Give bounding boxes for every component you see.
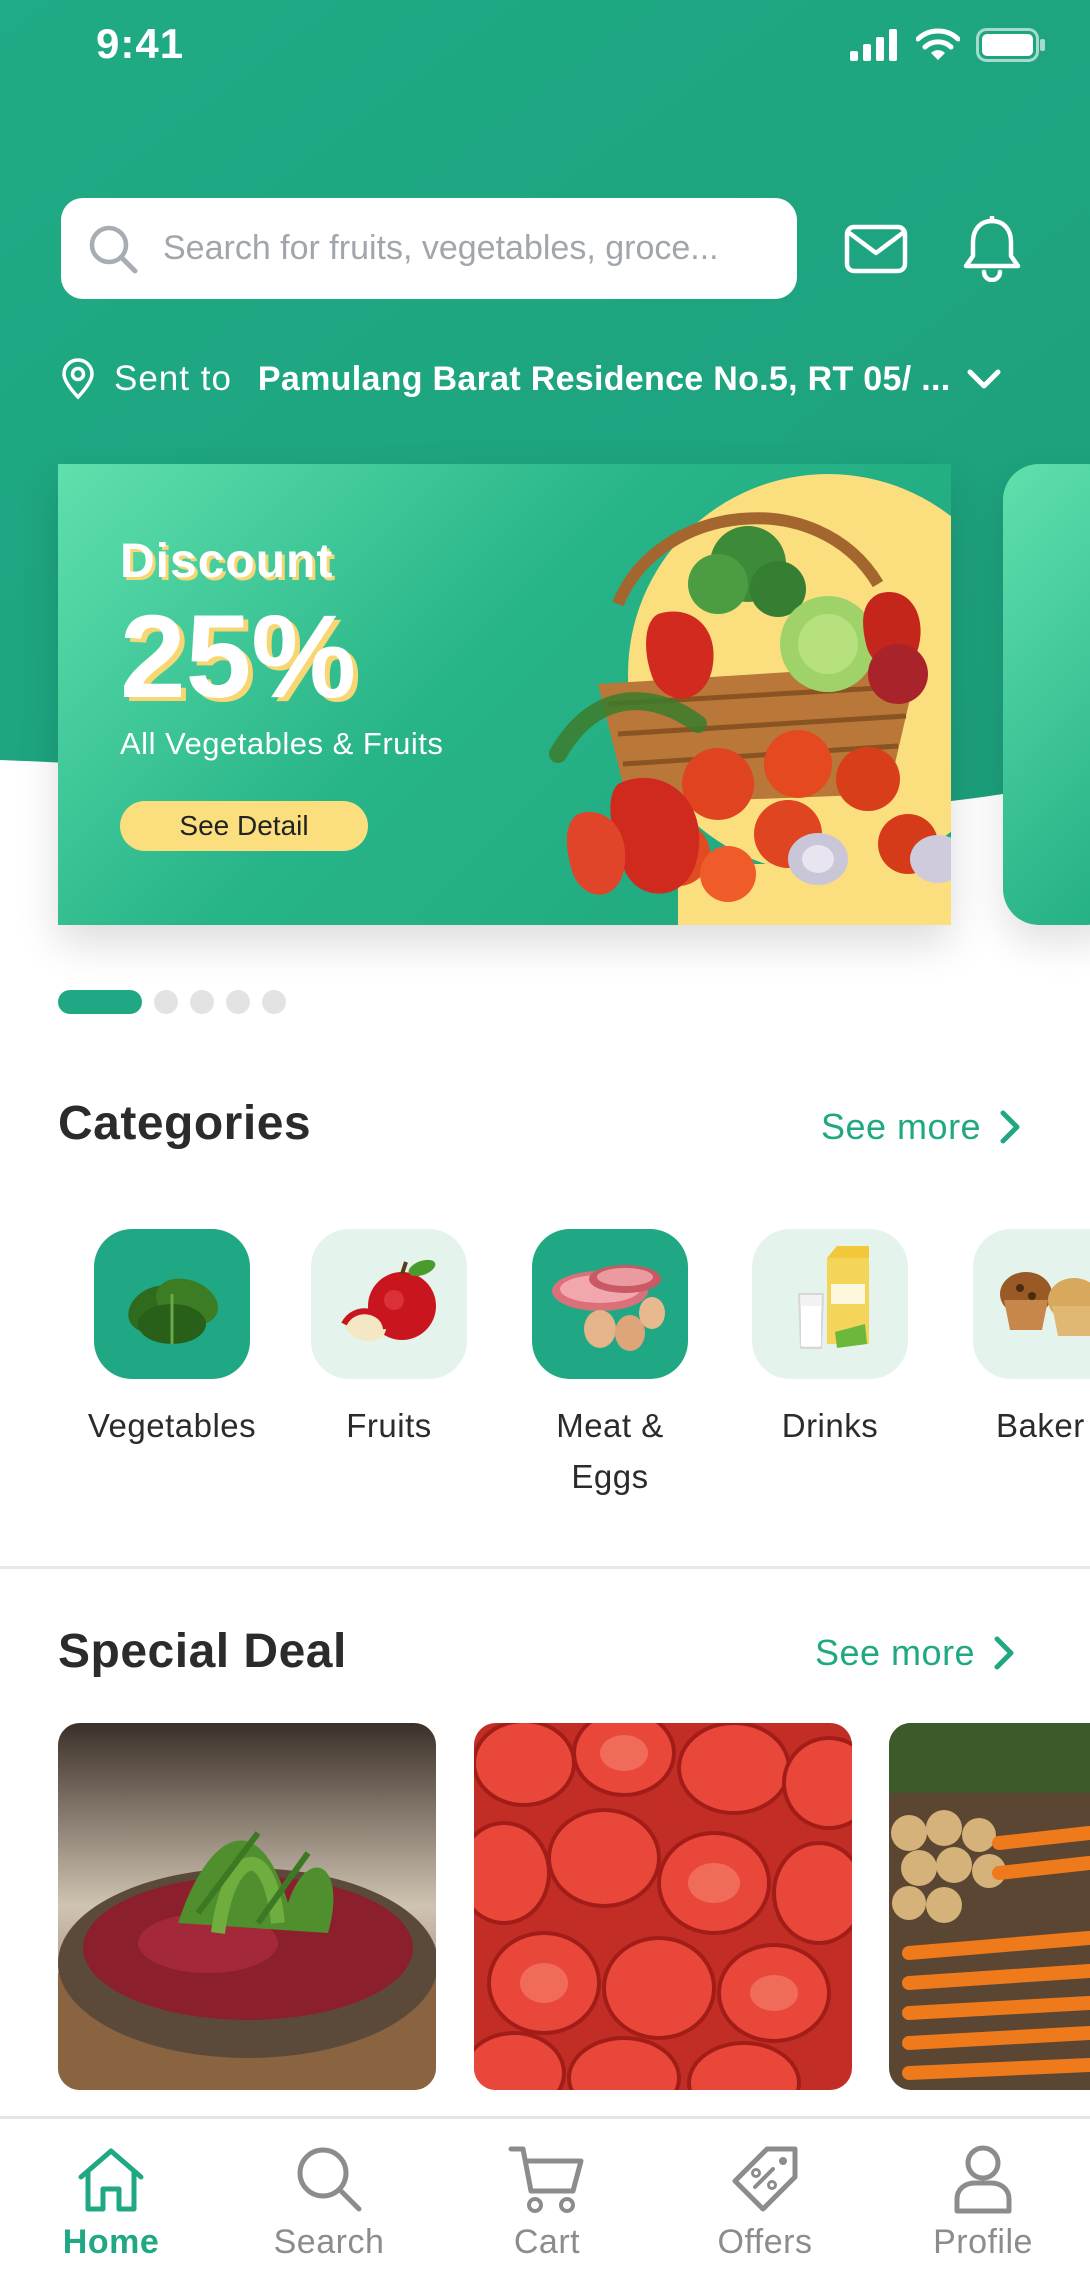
banner-discount-percent: 25% <box>120 591 357 723</box>
spinach-icon <box>94 1229 250 1379</box>
deal-card-tomatoes[interactable] <box>474 1723 852 2090</box>
sliced-tomatoes-image <box>474 1723 852 2090</box>
tab-label: Cart <box>513 2223 581 2261</box>
category-bakery[interactable] <box>973 1229 1090 1379</box>
see-detail-button[interactable]: See Detail <box>120 801 368 851</box>
next-promo-banner[interactable] <box>1003 464 1090 925</box>
mail-icon <box>844 224 908 274</box>
tab-search[interactable]: Search <box>220 2119 438 2282</box>
categories-title: Categories <box>58 1097 312 1150</box>
cart-icon <box>507 2141 587 2217</box>
wifi-icon <box>916 28 960 60</box>
category-vegetables[interactable] <box>94 1229 250 1379</box>
notifications-button[interactable] <box>957 214 1027 284</box>
signal-icon <box>850 29 897 61</box>
home-icon <box>75 2141 147 2217</box>
tab-home[interactable]: Home <box>2 2119 220 2282</box>
category-label: Meat & <box>556 1407 664 1444</box>
status-icons <box>850 22 1046 68</box>
bell-icon <box>963 216 1021 282</box>
battery-icon <box>976 28 1045 62</box>
profile-icon <box>951 2141 1015 2217</box>
salad-bowl-image <box>58 1723 436 2090</box>
categories-see-more-link[interactable]: See more <box>821 1106 1021 1148</box>
tab-label: Offers <box>717 2223 813 2261</box>
search-input[interactable] <box>161 228 765 269</box>
tab-label: Profile <box>933 2223 1033 2261</box>
muffin-icon <box>973 1229 1090 1379</box>
banner-title: Discount <box>120 535 334 588</box>
category-drinks[interactable] <box>752 1229 908 1379</box>
carousel-indicator <box>58 990 286 1014</box>
bottom-tab-bar: Home Search Cart Offers Profile <box>0 2116 1090 2282</box>
deal-card-produce[interactable] <box>889 1723 1090 2090</box>
category-meat-eggs[interactable] <box>532 1229 688 1379</box>
carousel-dot[interactable] <box>226 990 250 1014</box>
tab-label: Home <box>62 2223 160 2261</box>
category-label: Fruits <box>346 1407 432 1444</box>
milk-icon <box>752 1229 908 1379</box>
sent-to-label: Sent to <box>114 359 232 398</box>
carousel-dot[interactable] <box>154 990 178 1014</box>
category-fruits[interactable] <box>311 1229 467 1379</box>
category-label: Baker <box>996 1407 1085 1444</box>
status-time: 9:41 <box>96 20 185 67</box>
search-icon <box>89 225 138 273</box>
messages-button[interactable] <box>841 214 911 284</box>
delivery-address: Pamulang Barat Residence No.5, RT 05/ ..… <box>257 359 951 398</box>
chevron-right-icon <box>1000 1110 1020 1144</box>
category-label: Vegetables <box>87 1407 257 1444</box>
category-label-line2: Eggs <box>571 1458 649 1495</box>
section-divider <box>0 1566 1090 1569</box>
search-icon <box>293 2141 365 2217</box>
offer-tag-icon <box>727 2141 803 2217</box>
category-label: Drinks <box>781 1407 879 1444</box>
deal-card-salad[interactable] <box>58 1723 436 2090</box>
tab-profile[interactable]: Profile <box>874 2119 1090 2282</box>
promo-banner[interactable]: Discount 25% All Vegetables & Fruits See… <box>58 464 951 925</box>
location-pin-icon <box>62 358 94 400</box>
search-bar[interactable] <box>61 198 797 299</box>
meat-eggs-icon <box>532 1229 688 1379</box>
special-deal-see-more-link[interactable]: See more <box>815 1632 1015 1674</box>
special-deal-title: Special Deal <box>58 1625 347 1678</box>
apple-icon <box>311 1229 467 1379</box>
delivery-address-selector[interactable]: Sent to Pamulang Barat Residence No.5, R… <box>60 352 1004 406</box>
carousel-dot-active[interactable] <box>58 990 142 1014</box>
banner-subtitle: All Vegetables & Fruits <box>120 726 444 761</box>
market-produce-image <box>889 1723 1090 2090</box>
chevron-down-icon <box>967 369 1001 389</box>
tab-offers[interactable]: Offers <box>656 2119 874 2282</box>
see-more-label: See more <box>815 1632 976 1673</box>
carousel-dot[interactable] <box>262 990 286 1014</box>
tab-cart[interactable]: Cart <box>438 2119 656 2282</box>
tab-label: Search <box>273 2223 385 2261</box>
carousel-dot[interactable] <box>190 990 214 1014</box>
chevron-right-icon <box>994 1636 1014 1670</box>
see-more-label: See more <box>821 1106 982 1147</box>
